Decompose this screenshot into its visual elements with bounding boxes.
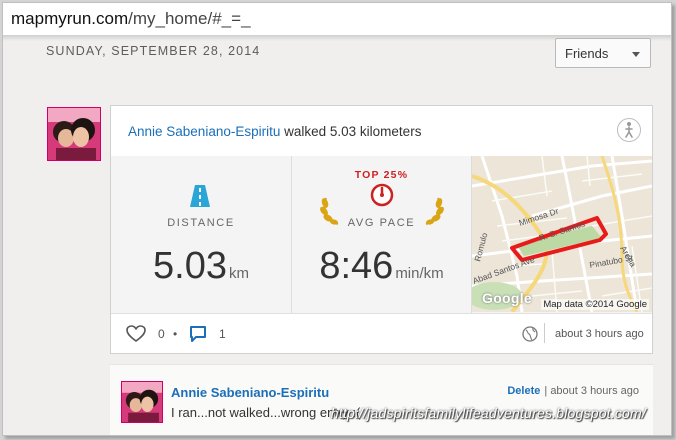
pace-label: AVG PACE: [347, 217, 416, 229]
url-domain: mapmyrun.com: [11, 9, 129, 28]
browser-frame: mapmyrun.com/my_home/#_=_ SUNDAY, SEPTEM…: [2, 2, 672, 436]
activity-footer: 0 • 1 about 3 hours ago: [111, 313, 652, 353]
feed-filter-dropdown[interactable]: Friends: [555, 38, 651, 68]
google-logo: Google: [482, 290, 533, 306]
distance-unit: km: [228, 265, 249, 282]
feed-date: SUNDAY, SEPTEMBER 28, 2014: [46, 44, 261, 58]
activity-time: about 3 hours ago: [555, 328, 644, 340]
like-count: 0: [158, 327, 165, 341]
globe-icon[interactable]: [522, 326, 538, 342]
comment-count: 1: [219, 327, 226, 341]
divider: [544, 323, 545, 343]
separator-dot: •: [173, 327, 178, 341]
activity-type-button[interactable]: [617, 118, 641, 142]
comment-time: about 3 hours ago: [550, 385, 639, 397]
avatar[interactable]: [121, 381, 163, 423]
heart-icon[interactable]: [126, 325, 146, 343]
distance-value: 5.03 km: [111, 245, 291, 288]
comment-user-link[interactable]: Annie Sabeniano-Espiritu: [171, 385, 329, 400]
distance-label: DISTANCE: [167, 217, 235, 229]
comment-meta: Delete | about 3 hours ago: [507, 385, 639, 397]
walker-icon: [625, 122, 633, 138]
address-bar[interactable]: mapmyrun.com/my_home/#_=_: [3, 3, 671, 35]
pace-value: 8:46 min/km: [292, 245, 471, 288]
delete-comment-link[interactable]: Delete: [507, 385, 540, 397]
url-path: /my_home/#_=_: [128, 9, 251, 28]
feed-filter-value: Friends: [565, 46, 609, 61]
road-icon: [190, 185, 210, 207]
route-map[interactable]: Mimosa Dr R. S. Santos Romulo Abad Santo…: [472, 156, 652, 312]
activity-user-link[interactable]: Annie Sabeniano-Espiritu: [128, 124, 280, 139]
distance-number: 5.03: [153, 245, 227, 287]
comment-icon[interactable]: [189, 326, 207, 343]
distance-stat: DISTANCE 5.03 km: [111, 156, 292, 313]
map-image: Mimosa Dr R. S. Santos Romulo Abad Santo…: [472, 156, 652, 312]
pace-gauge-icon: [370, 183, 394, 207]
chevron-down-icon: [632, 52, 640, 57]
activity-card: Annie Sabeniano-Espiritu walked 5.03 kil…: [110, 105, 653, 354]
url-text[interactable]: mapmyrun.com/my_home/#_=_: [11, 9, 251, 29]
activity-header: Annie Sabeniano-Espiritu walked 5.03 kil…: [111, 106, 652, 157]
pace-unit: min/km: [395, 265, 444, 282]
activity-stats: DISTANCE 5.03 km TOP 25% AVG PACE 8:46 m…: [111, 156, 652, 314]
pace-number: 8:46: [319, 245, 394, 287]
comment-item: Annie Sabeniano-Espiritu I ran...not wal…: [110, 364, 653, 435]
activity-headline: Annie Sabeniano-Espiritu walked 5.03 kil…: [128, 124, 421, 139]
pace-stat: TOP 25% AVG PACE 8:46 min/km: [292, 156, 472, 313]
map-credit: Map data ©2014 Google: [541, 299, 649, 310]
blog-watermark: http://jadspiritsfamilylifeadventures.bl…: [330, 405, 646, 421]
avatar[interactable]: [47, 107, 101, 161]
top-percent-badge: TOP 25%: [354, 169, 409, 181]
activity-action: walked 5.03 kilometers: [284, 124, 422, 139]
